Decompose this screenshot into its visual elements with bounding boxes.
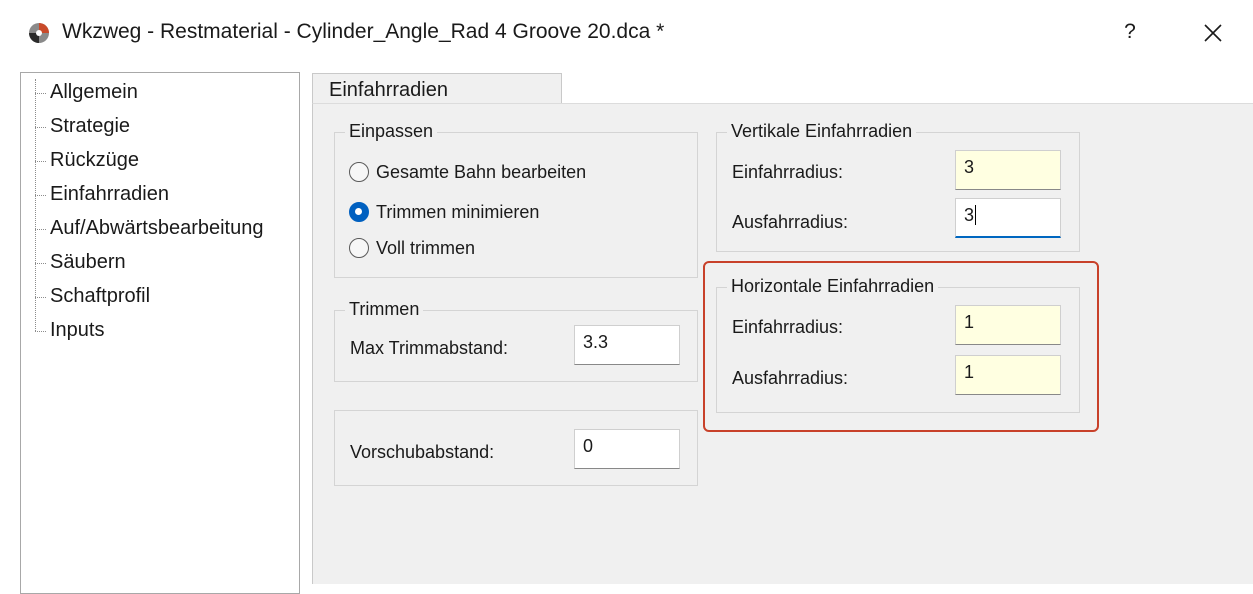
tree-item-label: Allgemein [50,81,138,103]
tab-einfahrradien[interactable]: Einfahrradien [312,73,562,104]
vertikal-ausfahrradius-field[interactable]: 3 [955,198,1061,238]
tree-connector [35,297,46,298]
einpassen-group-title: Einpassen [345,121,438,142]
radio-label: Voll trimmen [376,238,476,258]
help-button[interactable]: ? [1110,12,1150,52]
window-title: Wkzweg - Restmaterial - Cylinder_Angle_R… [62,20,665,43]
tab-label: Einfahrradien [329,79,448,101]
tree-connector-line [35,79,36,331]
radio-label: Trimmen minimieren [376,202,540,222]
tree-connector [35,229,46,230]
navigation-tree: Allgemein Strategie Rückzüge Einfahrradi… [20,72,300,594]
vorschubabstand-label: Vorschubabstand: [350,442,495,462]
radio-label: Gesamte Bahn bearbeiten [376,162,587,182]
vertikal-einfahrradius-field[interactable]: 3 [955,150,1061,190]
highlight-annotation-box [703,261,1099,432]
radio-button-checked-icon [349,202,369,222]
radio-button-icon [349,162,369,182]
vorschubabstand-field[interactable]: 0 [574,429,680,469]
max-trimmabstand-field[interactable]: 3.3 [574,325,680,365]
tree-item-label: Säubern [50,251,126,273]
tree-item-label: Inputs [50,319,105,341]
close-icon [1204,24,1222,42]
vertikal-einfahrradius-label: Einfahrradius: [732,162,844,182]
text-cursor [975,205,977,225]
title-bar: Wkzweg - Restmaterial - Cylinder_Angle_R… [0,0,1253,66]
trimmen-group-title: Trimmen [345,299,424,320]
app-logo-icon [29,23,49,43]
tree-connector [35,263,46,264]
tree-connector [35,127,46,128]
tree-item-label: Strategie [50,115,131,137]
tree-item-label: Einfahrradien [50,183,169,205]
tree-connector [35,195,46,196]
tree-item-label: Schaftprofil [50,285,151,307]
vertikal-ausfahrradius-label: Ausfahrradius: [732,212,849,232]
tree-connector [35,161,46,162]
tree-item-label: Rückzüge [50,149,139,171]
tree-connector [35,331,46,332]
radio-button-icon [349,238,369,258]
close-button[interactable] [1193,12,1233,52]
tree-item-label: Auf/Abwärtsbearbeitung [50,217,264,239]
vertikal-ausfahrradius-value: 3 [964,205,975,225]
einpassen-group: Einpassen Gesamte Bahn bearbeiten Trimme… [334,121,698,278]
max-trimmabstand-label: Max Trimmabstand: [350,338,509,358]
vertikale-einfahrradien-title: Vertikale Einfahrradien [727,121,917,142]
tree-connector [35,93,46,94]
